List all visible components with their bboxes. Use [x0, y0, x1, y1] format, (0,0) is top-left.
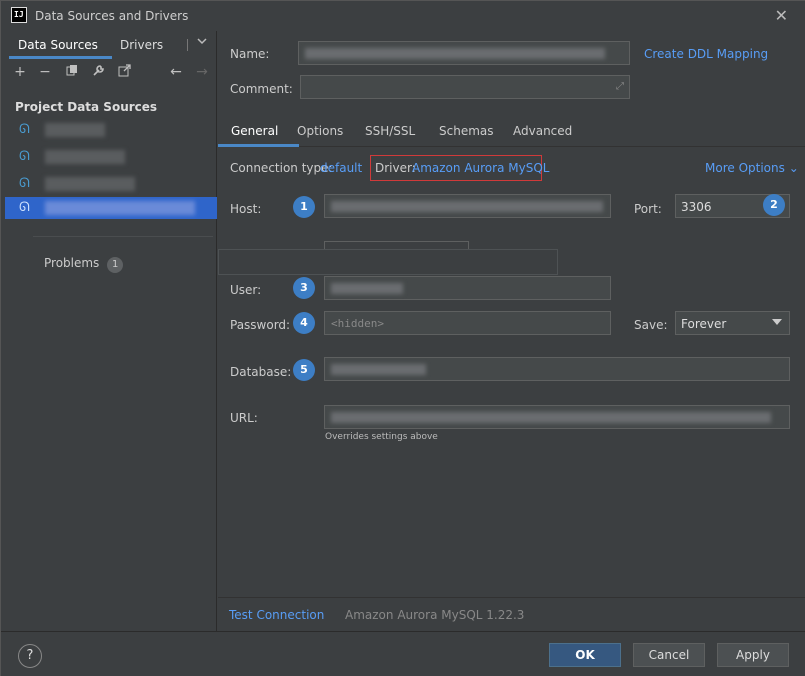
chevron-down-icon[interactable] [196, 35, 208, 50]
close-icon[interactable]: ✕ [775, 6, 788, 25]
divider [33, 236, 213, 237]
expand-icon[interactable]: ⤢ [616, 81, 624, 92]
tab-drivers[interactable]: Drivers [120, 38, 163, 52]
redacted-name [45, 201, 195, 215]
app-icon: IJ [11, 7, 27, 23]
marker-2: 2 [763, 194, 785, 216]
name-label: Name: [230, 47, 270, 61]
tab-data-sources[interactable]: Data Sources [18, 38, 98, 52]
url-field[interactable] [324, 405, 790, 429]
redacted-name [45, 150, 125, 164]
more-options-label: More Options [705, 161, 785, 175]
comment-label: Comment: [230, 82, 293, 96]
apply-button[interactable]: Apply [717, 643, 789, 667]
duplicate-icon[interactable] [63, 64, 81, 80]
mysql-icon: ᘏ [19, 200, 30, 215]
overlay-popup [218, 249, 558, 275]
driver-version-text: Amazon Aurora MySQL 1.22.3 [345, 608, 525, 622]
connection-type-label: Connection type: [230, 161, 333, 175]
more-options-link[interactable]: More Options ⌄ [705, 161, 799, 175]
marker-3: 3 [293, 277, 315, 299]
window-title: Data Sources and Drivers [35, 9, 189, 23]
mysql-icon: ᘏ [19, 122, 30, 137]
name-field[interactable] [298, 41, 630, 65]
redacted-value [305, 48, 605, 59]
password-label: Password: [230, 318, 291, 332]
list-item[interactable]: ᘏ [5, 173, 217, 195]
dropdown-arrow-icon [772, 319, 782, 325]
driver-label: Driver: [375, 161, 416, 175]
active-tab-indicator [218, 144, 299, 147]
mysql-icon: ᘏ [19, 149, 30, 164]
title-bar: IJ Data Sources and Drivers ✕ [1, 1, 805, 31]
list-item-selected[interactable]: ᘏ [5, 197, 217, 219]
tab-ssh-ssl[interactable]: SSH/SSL [365, 124, 415, 138]
host-field[interactable] [324, 194, 611, 218]
active-tab-indicator [9, 56, 112, 59]
redacted-name [45, 177, 135, 191]
main-panel: Name: Create DDL Mapping Comment: ⤢ Gene… [218, 31, 805, 631]
sidebar: Data Sources Drivers + − ← → Project Dat… [5, 31, 217, 631]
port-value: 3306 [681, 200, 712, 214]
back-icon[interactable]: ← [167, 64, 185, 80]
tab-options[interactable]: Options [297, 124, 343, 138]
form-tabs: General Options SSH/SSL Schemas Advanced [218, 119, 805, 147]
url-label: URL: [230, 411, 258, 425]
wrench-icon[interactable] [89, 64, 107, 81]
tab-advanced[interactable]: Advanced [513, 124, 572, 138]
help-button[interactable]: ? [18, 644, 42, 668]
user-label: User: [230, 283, 262, 297]
save-label: Save: [634, 318, 668, 332]
problems-item[interactable]: Problems 1 [44, 256, 124, 273]
sidebar-toolbar: + − ← → [5, 61, 217, 87]
redacted-value [331, 201, 603, 212]
tab-schemas[interactable]: Schemas [439, 124, 494, 138]
add-icon[interactable]: + [11, 64, 29, 80]
cancel-button[interactable]: Cancel [633, 643, 705, 667]
sidebar-tabs: Data Sources Drivers [5, 31, 217, 59]
port-label: Port: [634, 202, 662, 216]
redacted-value [331, 283, 403, 294]
marker-4: 4 [293, 312, 315, 334]
user-field[interactable] [324, 276, 611, 300]
export-icon[interactable] [115, 64, 133, 81]
marker-5: 5 [293, 359, 315, 381]
save-select[interactable]: Forever [675, 311, 790, 335]
url-hint: Overrides settings above [325, 432, 438, 442]
redacted-value [331, 412, 771, 423]
chevron-down-icon: ⌄ [788, 161, 799, 175]
test-connection-link[interactable]: Test Connection [229, 608, 324, 622]
redacted-name [45, 123, 105, 137]
list-item[interactable]: ᘏ [5, 146, 217, 168]
problems-count-badge: 1 [107, 257, 124, 273]
project-data-sources-title: Project Data Sources [15, 100, 158, 114]
remove-icon[interactable]: − [36, 64, 54, 80]
driver-value-link[interactable]: Amazon Aurora MySQL [412, 161, 549, 175]
tab-general[interactable]: General [231, 124, 278, 138]
dialog-footer: ? OK Cancel Apply [1, 631, 805, 676]
problems-label: Problems [44, 256, 100, 270]
mysql-icon: ᘏ [19, 176, 30, 191]
list-item[interactable]: ᘏ [5, 119, 217, 141]
tab-separator [187, 39, 188, 51]
password-placeholder: <hidden> [331, 317, 384, 330]
comment-field[interactable]: ⤢ [300, 75, 630, 99]
save-value: Forever [681, 317, 727, 331]
database-field[interactable] [324, 357, 790, 381]
marker-1: 1 [293, 196, 315, 218]
ok-button[interactable]: OK [549, 643, 621, 667]
connection-type-value[interactable]: default [320, 161, 362, 175]
host-label: Host: [230, 202, 262, 216]
forward-icon[interactable]: → [193, 64, 211, 80]
dialog-window: IJ Data Sources and Drivers ✕ Data Sourc… [0, 0, 805, 676]
database-label: Database: [230, 365, 292, 379]
bottom-info-bar: Test Connection Amazon Aurora MySQL 1.22… [218, 597, 805, 631]
redacted-value [331, 364, 426, 375]
create-ddl-mapping-link[interactable]: Create DDL Mapping [644, 47, 768, 61]
password-field[interactable]: <hidden> [324, 311, 611, 335]
